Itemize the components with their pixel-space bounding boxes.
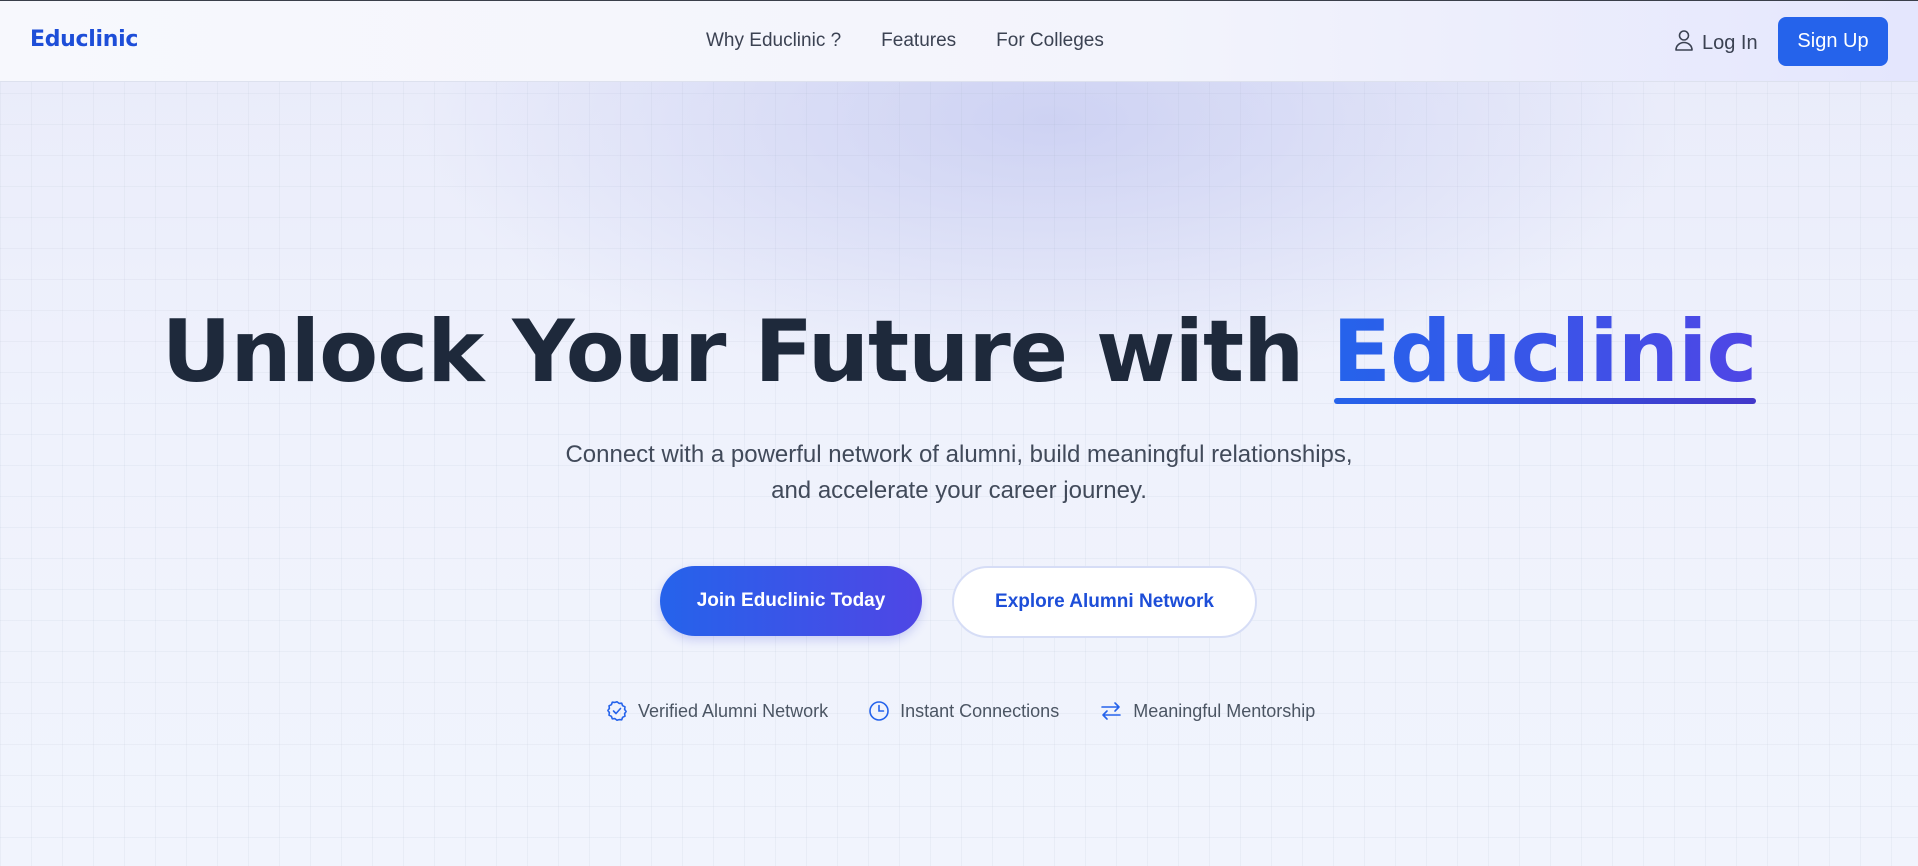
logo[interactable]: Educlinic (30, 27, 138, 52)
headline-prefix: Unlock Your Future with (161, 302, 1333, 402)
nav-link-for-colleges[interactable]: For Colleges (996, 30, 1104, 52)
feature-label-verified: Verified Alumni Network (638, 700, 829, 721)
feature-item-mentorship: Meaningful Mentorship (1099, 700, 1315, 722)
check-circle-icon (606, 700, 628, 722)
feature-list: Verified Alumni Network Instant Connecti… (606, 700, 1315, 722)
nav-links: Why Educlinic ? Features For Colleges (706, 30, 1104, 52)
hero-headline: Unlock Your Future with Educlinic (0, 302, 1918, 404)
clock-icon (868, 700, 890, 722)
navbar: Educlinic Why Educlinic ? Features For C… (0, 1, 1918, 82)
login-label: Log In (1702, 31, 1758, 54)
join-educlinic-button[interactable]: Join Educlinic Today (660, 566, 922, 636)
arrows-exchange-icon (1099, 700, 1123, 722)
brand-underline (1334, 398, 1757, 404)
feature-label-mentorship: Meaningful Mentorship (1133, 700, 1316, 721)
subtitle-line-1: Connect with a powerful network of alumn… (565, 441, 1353, 468)
subtitle-line-2: and accelerate your career journey. (771, 477, 1147, 504)
nav-link-why-educlinic[interactable]: Why Educlinic ? (706, 30, 841, 52)
headline-brand: Educlinic (1332, 302, 1757, 404)
explore-alumni-button[interactable]: Explore Alumni Network (952, 566, 1257, 638)
login-button[interactable]: Log In (1674, 29, 1758, 57)
feature-item-verified: Verified Alumni Network (606, 700, 828, 722)
nav-link-features[interactable]: Features (881, 30, 956, 52)
signup-button[interactable]: Sign Up (1778, 17, 1888, 66)
headline-brand-text: Educlinic (1332, 302, 1757, 402)
feature-label-instant: Instant Connections (900, 700, 1060, 721)
user-icon (1674, 29, 1694, 57)
hero-subtitle: Connect with a powerful network of alumn… (459, 437, 1459, 509)
feature-item-instant: Instant Connections (868, 700, 1059, 722)
